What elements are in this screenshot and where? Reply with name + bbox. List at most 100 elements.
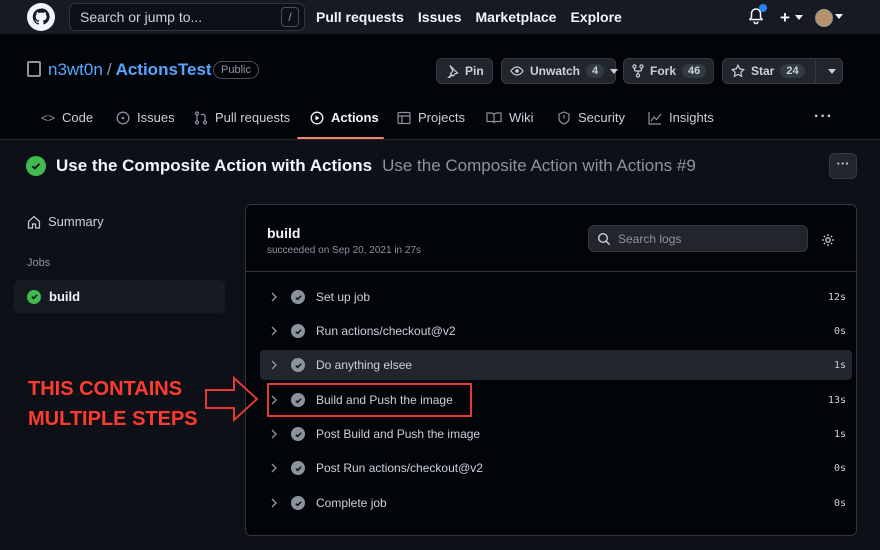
repo-tabs: <> Code Issues Pull requests Actions Pro… (0, 104, 880, 140)
chevron-right-icon (270, 463, 282, 473)
nav-explore[interactable]: Explore (570, 9, 621, 25)
pin-button[interactable]: Pin (436, 58, 493, 84)
tab-actions[interactable]: Actions (310, 110, 379, 125)
chevron-right-icon (270, 360, 282, 370)
notification-indicator (759, 4, 767, 12)
create-new-caret-icon[interactable] (795, 15, 803, 20)
graph-icon (648, 111, 662, 125)
repo-header: n3wt0n / ActionsTest Public Pin Unwatch 4 … (0, 34, 880, 140)
nav-marketplace[interactable]: Marketplace (476, 9, 557, 25)
star-icon (731, 64, 745, 78)
tab-wiki[interactable]: Wiki (486, 110, 534, 125)
step-duration: 1s (833, 428, 846, 440)
star-count: 24 (780, 64, 805, 78)
fork-label: Fork (650, 64, 677, 78)
chevron-right-icon (270, 292, 282, 302)
global-header: Search or jump to... / Pull requests Iss… (0, 0, 880, 34)
run-name: Use the Composite Action with Actions #9 (382, 156, 696, 175)
fork-icon (632, 64, 644, 78)
fork-button[interactable]: Fork 46 (623, 58, 714, 84)
star-divider (814, 59, 816, 83)
gear-icon[interactable] (821, 233, 835, 247)
job-label: build (49, 289, 81, 304)
search-shortcut-key: / (281, 7, 299, 27)
tab-pull-requests[interactable]: Pull requests (194, 110, 290, 125)
tab-pull-requests-label: Pull requests (215, 110, 291, 125)
nav-pull-requests[interactable]: Pull requests (316, 9, 404, 25)
job-title: build (267, 225, 301, 241)
user-menu-caret-icon[interactable] (835, 14, 843, 19)
tab-security[interactable]: Security (557, 110, 625, 125)
tab-wiki-label: Wiki (509, 110, 534, 125)
step-check-icon (291, 324, 305, 338)
book-icon (486, 111, 502, 125)
tab-issues-label: Issues (137, 110, 175, 125)
global-search-input[interactable]: Search or jump to... (69, 3, 305, 31)
eye-icon (510, 64, 524, 78)
pull-request-icon (194, 110, 208, 125)
watch-button[interactable]: Unwatch 4 (501, 58, 619, 84)
chevron-right-icon (270, 429, 282, 439)
log-step[interactable]: Set up job 12s (260, 282, 852, 312)
tab-issues[interactable]: Issues (116, 110, 175, 125)
tab-code[interactable]: <> Code (41, 110, 93, 125)
tab-code-label: Code (62, 110, 94, 125)
log-step[interactable]: Run actions/checkout@v2 0s (260, 316, 852, 346)
code-icon: <> (41, 110, 56, 125)
repo-breadcrumb: n3wt0n / ActionsTest (48, 60, 212, 80)
log-step[interactable]: Complete job 0s (260, 488, 852, 518)
workflow-name: Use the Composite Action with Actions (56, 156, 373, 175)
github-logo-icon[interactable] (27, 3, 55, 31)
create-new-icon[interactable]: + (780, 8, 790, 28)
step-duration: 0s (833, 462, 846, 474)
step-name: Do anything elsee (316, 358, 413, 372)
step-check-icon (291, 461, 305, 475)
watch-caret-icon (610, 68, 619, 74)
tab-projects[interactable]: Projects (397, 110, 465, 125)
sidebar-item-build[interactable]: build (14, 280, 225, 313)
global-nav: Pull requests Issues Marketplace Explore (316, 9, 622, 25)
step-name: Complete job (316, 496, 387, 510)
watch-label: Unwatch (530, 64, 581, 78)
step-duration: 12s (827, 291, 846, 303)
sidebar-item-summary[interactable]: Summary (27, 214, 104, 229)
annotation-line-2: MULTIPLE STEPS (28, 408, 198, 430)
more-tabs-icon[interactable]: ··· (814, 108, 833, 126)
repo-name-link[interactable]: ActionsTest (116, 60, 212, 79)
summary-label: Summary (48, 214, 104, 229)
annotation-highlight-box (267, 383, 472, 417)
step-duration: 1s (833, 359, 846, 371)
star-list-caret-icon[interactable] (827, 68, 836, 74)
success-check-icon (27, 289, 41, 304)
step-name: Set up job (316, 290, 371, 304)
tab-projects-label: Projects (418, 110, 465, 125)
nav-issues[interactable]: Issues (418, 9, 462, 25)
user-avatar[interactable] (815, 9, 833, 27)
step-duration: 0s (833, 497, 846, 509)
repo-icon (27, 61, 41, 77)
annotation-arrow-icon (204, 375, 260, 423)
tab-insights[interactable]: Insights (648, 110, 714, 125)
pin-icon (445, 64, 459, 78)
log-step[interactable]: Post Build and Push the image 1s (260, 419, 852, 449)
star-button[interactable]: Star 24 (722, 58, 843, 84)
step-name: Post Build and Push the image (316, 427, 481, 441)
active-tab-indicator (297, 137, 384, 139)
repo-owner-link[interactable]: n3wt0n (48, 60, 103, 79)
log-step[interactable]: Post Run actions/checkout@v2 0s (260, 453, 852, 483)
step-check-icon (291, 427, 305, 441)
play-icon (310, 111, 324, 125)
annotation-text: THIS CONTAINS MULTIPLE STEPS (28, 374, 198, 434)
search-logs-input[interactable]: Search logs (588, 225, 808, 252)
step-duration: 13s (827, 394, 846, 406)
log-step[interactable]: Do anything elsee 1s (260, 350, 852, 380)
star-label: Star (751, 64, 775, 78)
pin-label: Pin (465, 64, 484, 78)
job-status-text: succeeded on Sep 20, 2021 in 27s (267, 245, 422, 256)
run-menu-kebab-icon[interactable]: ··· (829, 153, 857, 179)
tab-security-label: Security (578, 110, 625, 125)
visibility-badge: Public (213, 61, 259, 79)
job-log-header: build succeeded on Sep 20, 2021 in 27s S… (246, 205, 856, 272)
table-icon (397, 111, 411, 125)
watch-count: 4 (586, 64, 605, 78)
